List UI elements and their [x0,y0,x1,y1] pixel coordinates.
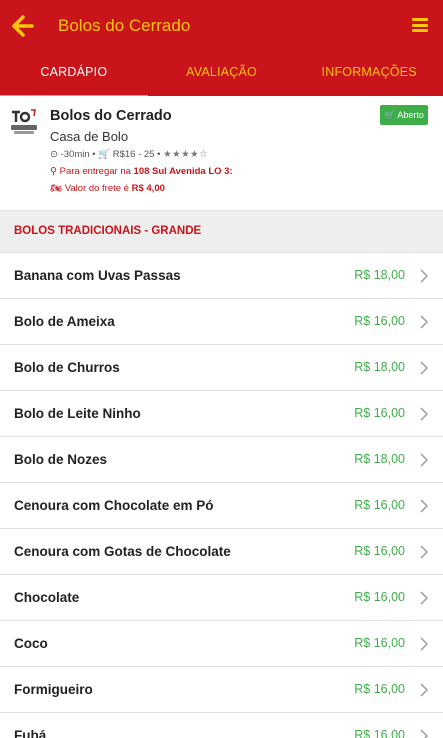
location-pin-icon: ⚲ [50,166,57,177]
address-value: 108 Sul Avenida LO 3: [133,166,233,177]
app-title: Bolos do Cerrado [58,16,191,35]
delivery-address: ⚲ Para entregar na 108 Sul Avenida LO 3: [50,166,233,177]
section-header: BOLOS TRADICIONAIS - GRANDE [0,210,443,253]
store-meta: ⊙ -30min • 🛒 R$16 - 25 • ★★★★☆ [50,149,209,160]
tab-cardapio[interactable]: CARDÁPIO [0,50,148,98]
menu-item-price: R$ 16,00 [354,590,405,604]
fee-value: R$ 4,00 [131,183,165,194]
chevron-right-icon [420,499,429,513]
cart-icon: 🛒 [384,110,396,120]
chevron-right-icon [420,545,429,559]
menu-list: Banana com Uvas Passas R$ 18,00 Bolo de Am… [0,253,443,738]
menu-item-price: R$ 18,00 [354,452,405,466]
menu-item-row[interactable]: Bolo de Nozes R$ 18,00 [0,437,443,483]
menu-item-price: R$ 16,00 [354,406,405,420]
status-badge: 🛒 Aberto [380,105,428,125]
tab-avaliacao[interactable]: AVALIAÇÃO [148,50,296,96]
motorcycle-icon: 🏍 [50,183,63,194]
menu-item-name: Formigueiro [14,682,93,697]
chevron-right-icon [420,361,429,375]
menu-item-row[interactable]: Cenoura com Chocolate em Pó R$ 16,00 [0,483,443,529]
delivery-time: -30min [60,149,90,160]
chevron-right-icon [420,591,429,605]
menu-item-row[interactable]: Bolo de Leite Ninho R$ 16,00 [0,391,443,437]
menu-item-name: Chocolate [14,590,80,605]
store-name: Bolos do Cerrado [50,108,172,124]
chevron-right-icon [420,637,429,651]
menu-item-price: R$ 16,00 [354,682,405,696]
hamburger-menu-icon[interactable] [412,18,428,32]
menu-item-name: Bolo de Leite Ninho [14,406,141,421]
menu-item-name: Fubá [14,728,47,738]
menu-item-row[interactable]: Fubá R$ 16,00 [0,713,443,738]
menu-item-name: Cenoura com Gotas de Chocolate [14,544,231,559]
chevron-right-icon [420,683,429,697]
delivery-fee: 🏍 Valor do frete é R$ 4,00 [50,183,165,194]
store-header: Bolos do Cerrado Casa de Bolo ⊙ -30min •… [0,96,443,210]
menu-item-name: Bolo de Nozes [14,452,108,467]
menu-item-price: R$ 16,00 [354,498,405,512]
menu-item-price: R$ 16,00 [354,314,405,328]
menu-item-row[interactable]: Formigueiro R$ 16,00 [0,667,443,713]
menu-item-row[interactable]: Chocolate R$ 16,00 [0,575,443,621]
chevron-right-icon [420,453,429,467]
rating-stars: ★★★★☆ [163,149,209,160]
price-range: R$16 - 25 [112,149,155,160]
cart-icon: 🛒 [98,149,111,160]
menu-item-name: Cenoura com Chocolate em Pó [14,498,214,513]
menu-item-row[interactable]: Banana com Uvas Passas R$ 18,00 [0,253,443,299]
menu-item-row[interactable]: Coco R$ 16,00 [0,621,443,667]
store-category: Casa de Bolo [50,129,129,144]
store-logo [9,108,39,136]
section-title: BOLOS TRADICIONAIS - GRANDE [14,225,202,237]
menu-item-row[interactable]: Cenoura com Gotas de Chocolate R$ 16,00 [0,529,443,575]
menu-item-row[interactable]: Bolo de Ameixa R$ 16,00 [0,299,443,345]
menu-item-name: Bolo de Churros [14,360,120,375]
menu-item-price: R$ 18,00 [354,268,405,282]
chevron-right-icon [420,407,429,421]
menu-item-name: Banana com Uvas Passas [14,268,181,283]
chevron-right-icon [420,269,429,283]
tab-informacoes[interactable]: INFORMAÇÕES [295,50,443,96]
tab-bar: CARDÁPIO AVALIAÇÃO INFORMAÇÕES [0,50,443,98]
menu-item-price: R$ 16,00 [354,544,405,558]
menu-item-price: R$ 16,00 [354,728,405,738]
app-bar: Bolos do Cerrado CARDÁPIO AVALIAÇÃO INFO… [0,0,443,98]
menu-item-price: R$ 16,00 [354,636,405,650]
clock-icon: ⊙ [50,149,58,160]
menu-item-name: Bolo de Ameixa [14,314,115,329]
menu-item-price: R$ 18,00 [354,360,405,374]
menu-item-row[interactable]: Bolo de Churros R$ 18,00 [0,345,443,391]
chevron-right-icon [420,315,429,329]
back-arrow-icon[interactable] [10,13,36,39]
chevron-right-icon [420,729,429,738]
menu-item-name: Coco [14,636,48,651]
